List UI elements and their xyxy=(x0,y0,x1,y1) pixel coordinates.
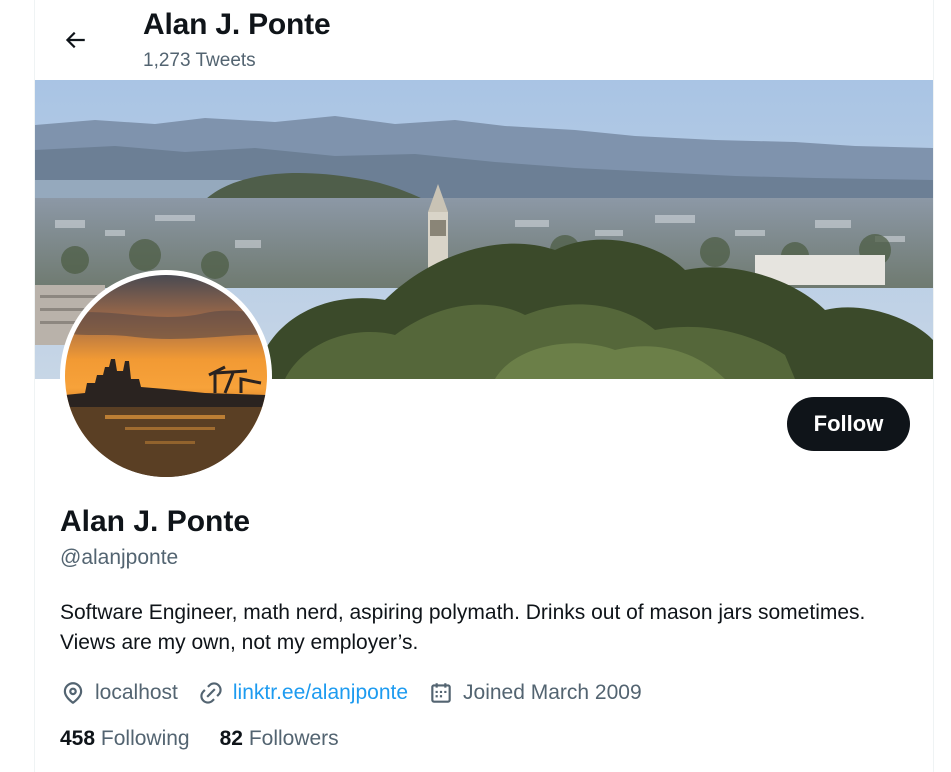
arrow-left-icon xyxy=(65,31,85,49)
profile-handle: @alanjponte xyxy=(60,546,179,569)
tweet-count: 1,273 Tweets xyxy=(143,50,256,71)
location-item: localhost xyxy=(60,680,178,706)
followers-stat[interactable]: 82 Followers xyxy=(220,727,339,751)
website-item: linktr.ee/alanjponte xyxy=(198,680,408,706)
followers-label: Followers xyxy=(248,727,339,750)
header-title: Alan J. Ponte xyxy=(143,8,331,41)
location-text: localhost xyxy=(95,681,178,704)
avatar[interactable] xyxy=(60,270,272,482)
profile-meta: localhost linktr.ee/alanjponte Joined Ma… xyxy=(60,677,662,709)
following-count: 458 xyxy=(60,727,96,750)
joined-text: Joined March 2009 xyxy=(463,681,642,704)
profile-bio: Software Engineer, math nerd, aspiring p… xyxy=(60,601,866,654)
location-pin-icon xyxy=(63,682,83,705)
profile-column: Alan J. Ponte 1,273 Tweets Follow Alan J… xyxy=(34,0,934,772)
joined-item: Joined March 2009 xyxy=(428,680,642,706)
calendar-icon xyxy=(431,683,451,703)
link-icon xyxy=(200,682,222,704)
avatar-image xyxy=(65,275,267,477)
profile-name: Alan J. Ponte xyxy=(60,505,251,538)
followers-count: 82 xyxy=(219,727,243,750)
website-link[interactable]: linktr.ee/alanjponte xyxy=(233,681,408,705)
following-label: Following xyxy=(100,727,190,750)
profile-stats: 458 Following 82 Followers xyxy=(60,727,369,751)
profile-header: Alan J. Ponte 1,273 Tweets xyxy=(35,0,933,80)
back-button[interactable] xyxy=(55,20,95,60)
following-stat[interactable]: 458 Following xyxy=(60,727,190,751)
follow-button[interactable]: Follow xyxy=(787,397,910,451)
